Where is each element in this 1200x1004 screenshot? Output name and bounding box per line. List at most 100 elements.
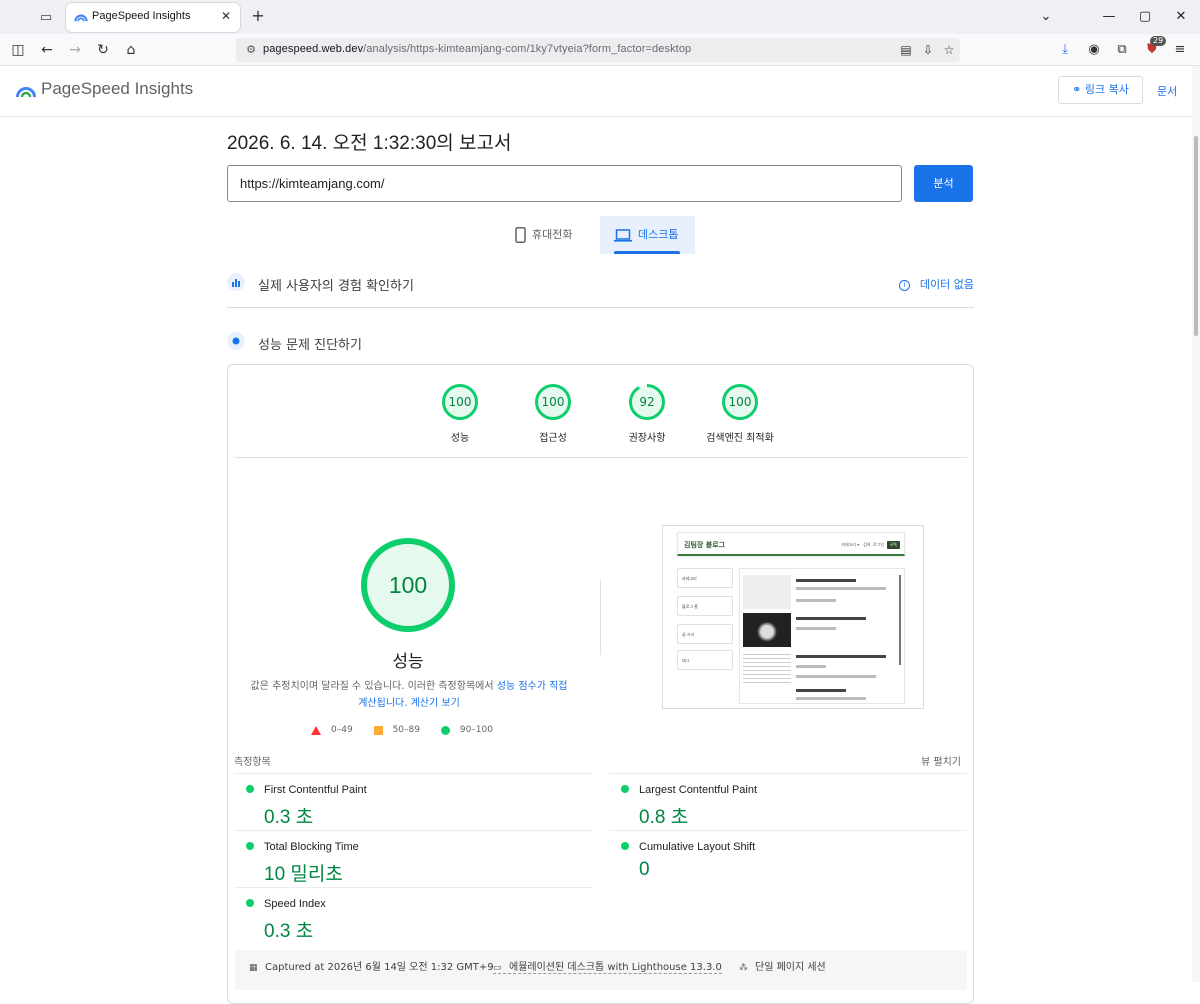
final-screenshot[interactable]: 김팀장 블로그 카테고리 ▾ 검색 로그인 구독 카테고리 블로그 홈 글 쓰기… [662, 525, 924, 709]
metric-lcp: Largest Contentful Paint 0.8 초 [609, 773, 967, 830]
browser-tab[interactable]: PageSpeed Insights ✕ [66, 3, 240, 32]
score-legend: 0–49 50–89 90–100 [311, 725, 511, 736]
score-ring: 92 [629, 384, 665, 420]
gauge-performance[interactable]: 100 성능 [415, 383, 505, 444]
screenshot-text-line [796, 579, 856, 582]
metric-value: 0.8 초 [639, 807, 689, 828]
expand-view-toggle[interactable]: 뷰 펼치기 [921, 753, 961, 768]
gauge-accessibility[interactable]: 100 접근성 [508, 383, 598, 444]
emulated-device[interactable]: ▭ 에뮬레이션된 데스크톱 with Lighthouse 13.3.0 [493, 958, 722, 974]
sidebar-toggle-icon[interactable]: ◫ [8, 40, 28, 60]
pass-circle-icon [246, 842, 254, 850]
session-type: ⁂ 단일 페이지 세션 [739, 962, 826, 973]
tab-mobile[interactable]: 휴대전화 [515, 216, 595, 254]
tab-list-icon[interactable]: ▭ [36, 8, 56, 28]
metric-si: Speed Index 0.3 초 [234, 887, 592, 944]
metric-name: Cumulative Layout Shift [639, 841, 756, 853]
score-disclaimer: 값은 추정치이며 달라질 수 있습니다. 이러한 측정항목에서 성능 점수가 직… [250, 681, 568, 709]
forward-icon[interactable]: → [65, 40, 85, 60]
diagnose-title: 성능 문제 진단하기 [258, 338, 362, 353]
gauge-best-practices[interactable]: 92 권장사항 [602, 383, 692, 444]
svg-text:100: 100 [542, 395, 565, 409]
page-scrollbar[interactable] [1192, 66, 1200, 982]
extension-badge: 29 [1150, 36, 1167, 46]
crux-title: 실제 사용자의 경험 확인하기 [258, 279, 414, 294]
home-icon[interactable]: ⌂ [121, 40, 141, 60]
tab-overflow-chevron-icon[interactable]: ⌄ [1035, 6, 1057, 28]
browser-tab-bar: ▭ PageSpeed Insights ✕ + ⌄ — ▢ ✕ [0, 0, 1200, 34]
average-square-icon [373, 725, 383, 735]
screenshot-text-line [796, 655, 886, 658]
screenshot-site-title: 김팀장 블로그 [684, 541, 726, 549]
site-info-icon[interactable]: ⚙ [244, 43, 258, 57]
pass-circle-icon [621, 785, 629, 793]
screenshot-thumb [743, 575, 791, 609]
no-data-link[interactable]: i 데이터 없음 [898, 276, 974, 292]
metric-value: 0.3 초 [264, 921, 314, 942]
calendar-icon: ▦ [249, 963, 258, 973]
screenshot-nav: 카테고리 ▾ 검색 로그인 구독 [841, 541, 900, 549]
screenshot-site-header: 김팀장 블로그 카테고리 ▾ 검색 로그인 구독 [677, 532, 905, 556]
metric-name: Total Blocking Time [264, 841, 359, 853]
screenshot-text-line [796, 697, 866, 700]
docs-link[interactable]: 문서 [1157, 83, 1177, 99]
svg-text:92: 92 [639, 395, 654, 409]
reader-view-icon[interactable]: ▤ [898, 42, 914, 58]
back-icon[interactable]: ← [37, 40, 57, 60]
devices-icon: ▭ [493, 963, 502, 973]
psi-brand[interactable]: PageSpeed Insights [41, 79, 193, 99]
tab-close-icon[interactable]: ✕ [218, 8, 234, 24]
captured-at: ▦ Captured at 2026년 6월 14일 오전 1:32 GMT+9 [249, 962, 494, 973]
metric-value: 0 [639, 859, 650, 880]
pass-circle-icon [621, 842, 629, 850]
performance-label: 성능 [392, 652, 424, 672]
metric-cls: Cumulative Layout Shift 0 [609, 830, 967, 887]
extensions-icon[interactable]: ⧉ [1112, 40, 1132, 60]
maximize-icon[interactable]: ▢ [1134, 6, 1156, 28]
minimize-icon[interactable]: — [1098, 6, 1120, 28]
close-window-icon[interactable]: ✕ [1170, 6, 1192, 28]
bookmark-star-icon[interactable]: ☆ [941, 42, 957, 58]
screenshot-scrollbar [899, 575, 901, 665]
screenshot-text-line [796, 627, 836, 630]
users-chart-icon [227, 273, 245, 291]
category-gauges: 100 성능 100 접근성 92 권장사항 100 검색엔진 최적화 [228, 365, 973, 457]
pagespeed-favicon-icon [74, 14, 88, 22]
session-icon: ⁂ [739, 963, 748, 973]
link-icon: ⚭ [1072, 83, 1085, 96]
lighthouse-report-card: 100 성능 100 접근성 92 권장사항 100 검색엔진 최적화 100 … [227, 364, 974, 1004]
analyze-button[interactable]: 분석 [914, 165, 973, 202]
url-text: pagespeed.web.dev/analysis/https-kimteam… [263, 43, 692, 55]
screenshot-side-item: 태그 [677, 650, 733, 670]
address-bar[interactable]: ⚙ pagespeed.web.dev/analysis/https-kimte… [236, 38, 960, 62]
screenshot-text-line [796, 675, 876, 678]
runtime-settings: ▦ Captured at 2026년 6월 14일 오전 1:32 GMT+9 … [235, 950, 967, 990]
app-menu-icon[interactable]: ≡ [1170, 40, 1190, 60]
legend-fail: 0–49 [311, 725, 353, 736]
copy-link-button[interactable]: ⚭ 링크 복사 [1058, 76, 1143, 104]
scroll-thumb[interactable] [1194, 136, 1198, 336]
calculator-link[interactable]: 계산기 보기 [411, 698, 460, 709]
metrics-heading: 측정항목 [234, 757, 271, 768]
save-page-icon[interactable]: ⇩ [920, 42, 936, 58]
screenshot-post-list [739, 568, 905, 704]
screenshot-text-line [796, 617, 866, 620]
tab-desktop[interactable]: 데스크톱 [600, 216, 695, 254]
url-input[interactable]: https://kimteamjang.com/ [227, 165, 902, 202]
psi-header: PageSpeed Insights ⚭ 링크 복사 문서 [0, 66, 1192, 117]
metric-name: Speed Index [264, 898, 326, 910]
reload-icon[interactable]: ↻ [93, 40, 113, 60]
new-tab-icon[interactable]: + [250, 8, 266, 24]
metric-name: Largest Contentful Paint [639, 784, 758, 796]
divider [235, 457, 967, 458]
account-icon[interactable]: ◉ [1084, 40, 1104, 60]
gauge-seo[interactable]: 100 검색엔진 최적화 [695, 383, 785, 444]
diagnose-section: 성능 문제 진단하기 [227, 322, 974, 362]
screenshot-text-line [796, 665, 826, 668]
performance-score: 100 [389, 572, 427, 598]
downloads-icon[interactable]: ⤓ [1055, 40, 1075, 60]
divider [600, 580, 601, 655]
tab-title: PageSpeed Insights [92, 10, 191, 22]
metric-value: 10 밀리초 [264, 864, 343, 885]
lighthouse-icon [227, 332, 245, 350]
